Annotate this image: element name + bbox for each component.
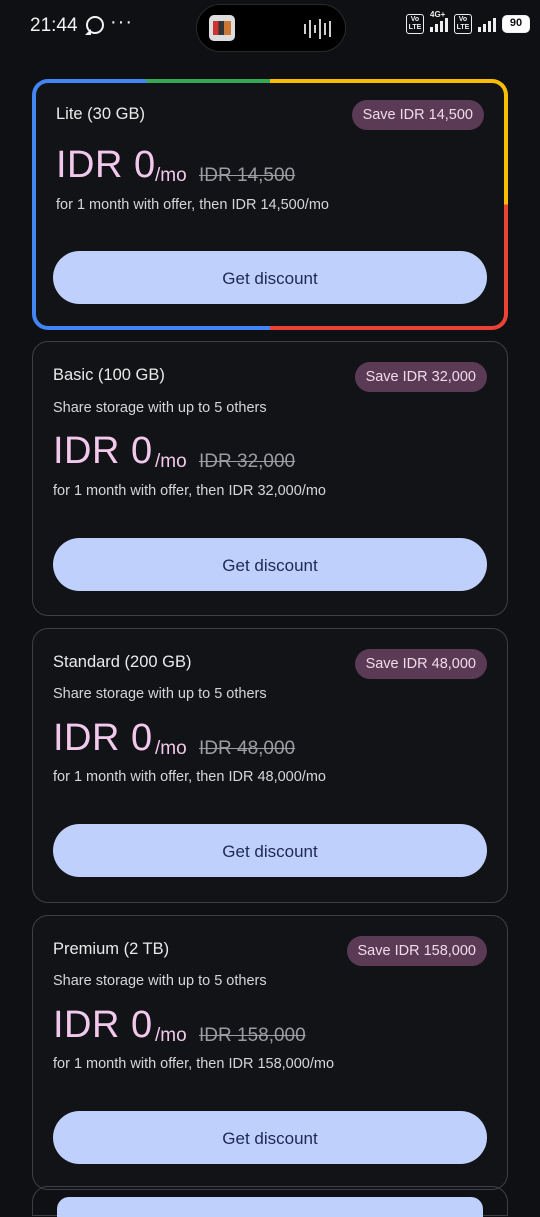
- price-period: /mo: [155, 451, 187, 472]
- plan-card-standard: Standard (200 GB) Save IDR 48,000 Share …: [32, 628, 508, 903]
- media-thumbnail-icon: [209, 15, 235, 41]
- price-period: /mo: [155, 738, 187, 759]
- offer-terms: for 1 month with offer, then IDR 14,500/…: [56, 197, 329, 213]
- plan-price: IDR 0: [56, 144, 156, 186]
- volte-icon: Vo LTE: [454, 14, 472, 34]
- save-badge: Save IDR 14,500: [351, 100, 484, 130]
- share-storage-text: Share storage with up to 5 others: [53, 400, 267, 416]
- offer-terms: for 1 month with offer, then IDR 158,000…: [53, 1056, 335, 1072]
- original-price: IDR 158,000: [199, 1025, 306, 1046]
- original-price: IDR 32,000: [199, 451, 296, 472]
- signal-icon: 4G+: [430, 10, 448, 32]
- price-period: /mo: [155, 1025, 187, 1046]
- signal-icon: [478, 16, 496, 32]
- save-badge: Save IDR 32,000: [354, 362, 487, 392]
- get-discount-button[interactable]: Get discount: [53, 538, 487, 591]
- plan-name: Premium (2 TB): [53, 940, 170, 958]
- get-discount-button[interactable]: Get discount: [53, 251, 487, 304]
- plan-name: Basic (100 GB): [53, 366, 165, 384]
- share-storage-text: Share storage with up to 5 others: [53, 686, 267, 702]
- save-badge: Save IDR 48,000: [354, 649, 487, 679]
- plan-name: Lite (30 GB): [56, 105, 145, 123]
- plan-price: IDR 0: [53, 717, 153, 759]
- status-bar: 21:44 ··· Vo LTE 4G+ Vo LTE 90: [0, 0, 540, 56]
- battery-icon: 90: [502, 15, 530, 33]
- offer-terms: for 1 month with offer, then IDR 48,000/…: [53, 769, 326, 785]
- original-price: IDR 14,500: [199, 165, 296, 186]
- whatsapp-icon: [86, 16, 104, 34]
- dynamic-island[interactable]: [196, 4, 346, 52]
- plan-card-basic: Basic (100 GB) Save IDR 32,000 Share sto…: [32, 341, 508, 616]
- clock: 21:44: [30, 15, 78, 36]
- offer-terms: for 1 month with offer, then IDR 32,000/…: [53, 483, 326, 499]
- get-discount-button[interactable]: Get discount: [53, 1111, 487, 1164]
- plan-card-premium: Premium (2 TB) Save IDR 158,000 Share st…: [32, 915, 508, 1190]
- plan-card-lite: Lite (30 GB) Save IDR 14,500 IDR 0 /mo I…: [32, 79, 508, 330]
- audio-waveform-icon: [304, 19, 331, 39]
- plan-price: IDR 0: [53, 430, 153, 472]
- system-icons: Vo LTE 4G+ Vo LTE 90: [406, 10, 530, 34]
- plan-price: IDR 0: [53, 1004, 153, 1046]
- original-price: IDR 48,000: [199, 738, 296, 759]
- more-dots-icon: ···: [110, 11, 133, 33]
- network-type: 4G+: [430, 10, 446, 19]
- save-badge: Save IDR 158,000: [346, 936, 487, 966]
- share-storage-text: Share storage with up to 5 others: [53, 973, 267, 989]
- next-plan-card: [32, 1186, 508, 1217]
- get-discount-button[interactable]: Get discount: [53, 824, 487, 877]
- volte-icon: Vo LTE: [406, 14, 424, 34]
- plan-name: Standard (200 GB): [53, 653, 192, 671]
- price-period: /mo: [155, 165, 187, 186]
